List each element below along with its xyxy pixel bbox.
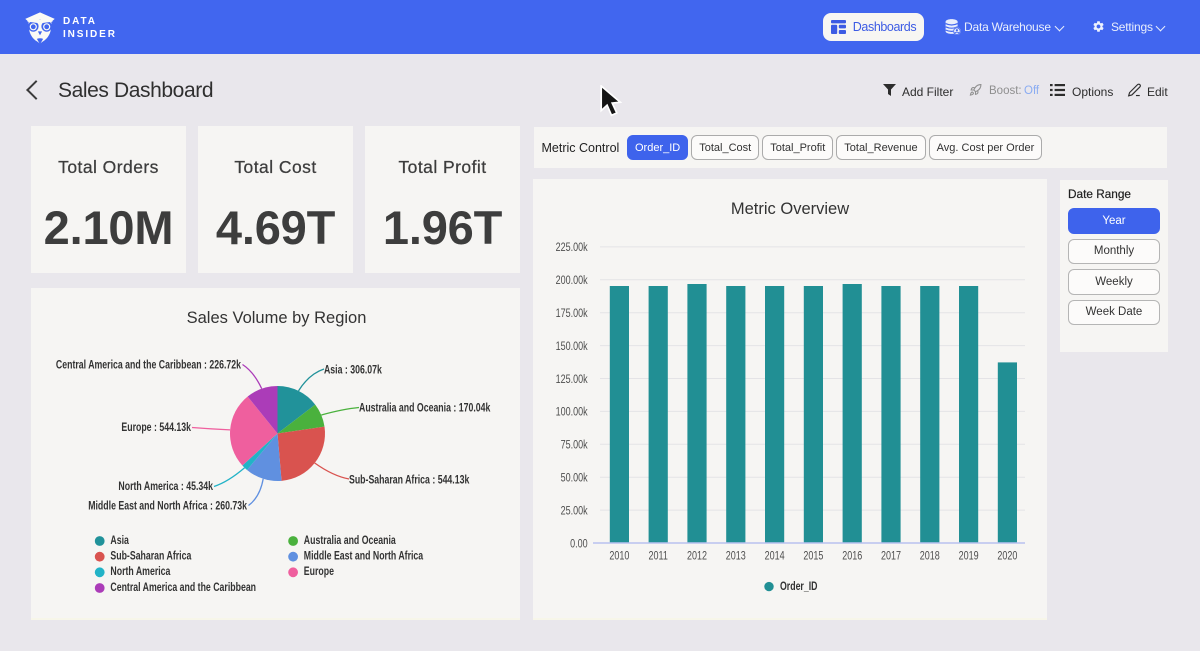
svg-text:150.00k: 150.00k xyxy=(556,340,589,354)
svg-text:Metric Overview: Metric Overview xyxy=(731,200,849,218)
svg-text:175.00k: 175.00k xyxy=(556,307,589,321)
svg-text:2014: 2014 xyxy=(765,549,785,563)
svg-text:Europe : 544.13k: Europe : 544.13k xyxy=(121,421,191,435)
svg-text:Sub-Saharan Africa : 544.13k: Sub-Saharan Africa : 544.13k xyxy=(349,473,469,487)
svg-text:North America: North America xyxy=(110,565,170,579)
svg-text:2016: 2016 xyxy=(842,549,862,563)
svg-text:Middle East and North Africa :: Middle East and North Africa : 260.73k xyxy=(88,499,247,513)
svg-text:2011: 2011 xyxy=(649,549,668,563)
svg-text:2012: 2012 xyxy=(687,549,707,563)
svg-text:Australia and Oceania : 170.04: Australia and Oceania : 170.04k xyxy=(359,401,491,415)
svg-text:Middle East and North Africa: Middle East and North Africa xyxy=(304,549,423,563)
svg-text:Asia : 306.07k: Asia : 306.07k xyxy=(324,363,382,377)
svg-text:2020: 2020 xyxy=(997,549,1017,563)
svg-text:Sub-Saharan Africa: Sub-Saharan Africa xyxy=(110,549,191,563)
svg-text:0.00: 0.00 xyxy=(570,537,588,551)
svg-text:2013: 2013 xyxy=(726,549,746,563)
svg-text:50.00k: 50.00k xyxy=(561,471,589,485)
svg-text:Central America and the Caribb: Central America and the Caribbean : 226.… xyxy=(56,358,241,372)
svg-text:Europe: Europe xyxy=(304,565,334,579)
svg-text:2017: 2017 xyxy=(881,549,901,563)
svg-text:125.00k: 125.00k xyxy=(556,373,589,387)
svg-text:2018: 2018 xyxy=(920,549,940,563)
svg-text:Order_ID: Order_ID xyxy=(780,580,818,594)
svg-text:100.00k: 100.00k xyxy=(556,406,589,420)
svg-text:Central America and the Caribb: Central America and the Caribbean xyxy=(110,581,256,595)
svg-text:North America : 45.34k: North America : 45.34k xyxy=(118,480,213,494)
svg-text:Australia and Oceania: Australia and Oceania xyxy=(304,534,396,548)
svg-text:225.00k: 225.00k xyxy=(556,241,589,255)
svg-text:200.00k: 200.00k xyxy=(556,274,589,288)
svg-text:Asia: Asia xyxy=(110,534,129,548)
svg-text:2010: 2010 xyxy=(609,549,629,563)
svg-text:Sales Volume by Region: Sales Volume by Region xyxy=(187,309,367,327)
svg-text:75.00k: 75.00k xyxy=(561,438,589,452)
svg-text:2019: 2019 xyxy=(959,549,979,563)
svg-text:25.00k: 25.00k xyxy=(561,504,589,518)
svg-text:2015: 2015 xyxy=(803,549,823,563)
